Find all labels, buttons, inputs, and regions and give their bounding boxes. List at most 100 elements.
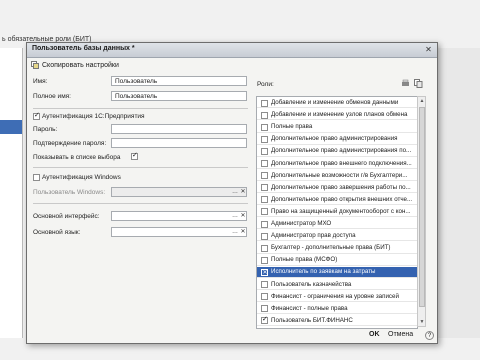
role-item[interactable]: Администратор МХО [257, 219, 417, 230]
password-label: Пароль: [33, 126, 58, 133]
roles-label: Роли: [257, 81, 274, 88]
fullname-field[interactable]: Пользователь [111, 91, 247, 101]
separator [33, 167, 248, 168]
roles-scrollbar[interactable]: ▲ ▼ [417, 96, 426, 327]
role-checkbox[interactable] [261, 232, 268, 240]
role-checkbox[interactable] [261, 244, 268, 252]
role-item[interactable]: Дополнительное право администрирования п… [257, 146, 417, 157]
user-dialog: Пользователь базы данных * ✕ Скопировать… [26, 42, 438, 344]
role-checkbox[interactable] [261, 208, 268, 216]
role-checkbox[interactable] [261, 281, 268, 288]
role-label: Финансист - ограничения на уровне записе… [271, 292, 399, 300]
role-item[interactable]: Полные права (МСФО) [257, 255, 417, 266]
help-icon[interactable]: ? [425, 331, 434, 340]
password-field[interactable] [111, 124, 247, 134]
role-label: Дополнительное право администрирования п… [271, 147, 412, 155]
interface-field[interactable] [111, 211, 247, 221]
role-item[interactable]: Добавление и изменение узлов планов обме… [257, 110, 417, 121]
role-item[interactable]: Бухгалтер - дополнительные права (БИТ) [257, 243, 417, 254]
dialog-toolbar: Скопировать настройки [27, 58, 437, 72]
role-item[interactable]: Право на защищенный документооборот с ко… [257, 207, 417, 218]
role-checkbox[interactable] [261, 305, 268, 313]
role-item[interactable]: Исполнитель по заявкам на затраты [257, 267, 417, 278]
role-item[interactable]: Пользователь БИТ.ФИНАНС [257, 316, 417, 327]
role-item[interactable]: Полные права [257, 122, 417, 133]
close-icon[interactable]: ✕ [424, 45, 433, 54]
role-label: Бухгалтер - дополнительные права (БИТ) [271, 244, 391, 252]
windows-user-field[interactable] [111, 187, 247, 197]
role-label: Дополнительное право завершения работы п… [271, 183, 411, 191]
copy-settings-label: Скопировать настройки [42, 61, 119, 69]
role-checkbox[interactable] [261, 123, 268, 131]
role-checkbox[interactable] [261, 220, 268, 228]
role-item[interactable]: Добавление и изменение обменов данными [257, 98, 417, 109]
scroll-down-icon[interactable]: ▼ [419, 319, 425, 325]
role-label: Пользователь БИТ.ФИНАНС [271, 316, 353, 324]
print-icon[interactable] [401, 79, 410, 88]
role-item[interactable]: Дополнительное право открытия внешних от… [257, 195, 417, 206]
cancel-button[interactable]: Отмена [388, 331, 413, 338]
role-checkbox[interactable] [261, 196, 268, 204]
role-label: Дополнительное право администрирования [271, 135, 398, 143]
role-label: Администратор прав доступа [271, 232, 356, 240]
role-checkbox[interactable] [261, 111, 268, 119]
confirm-password-label: Подтверждение пароля: [33, 140, 107, 147]
role-label: Добавление и изменение узлов планов обме… [271, 111, 408, 119]
role-item[interactable]: Дополнительные возможности г/в Бухгалтер… [257, 171, 417, 181]
role-item[interactable]: Дополнительное право завершения работы п… [257, 183, 417, 194]
ok-button[interactable]: OK [369, 331, 380, 338]
role-label: Полные права [271, 123, 313, 131]
auth-windows-checkbox[interactable] [33, 174, 40, 181]
role-item[interactable]: Финансист - ограничения на уровне записе… [257, 292, 417, 302]
role-checkbox[interactable] [261, 268, 268, 277]
role-label: Дополнительное право внешнего подключени… [271, 159, 412, 167]
dialog-footer: OK Отмена ? [27, 329, 437, 343]
name-field[interactable]: Пользователь [111, 76, 247, 86]
interface-select-button[interactable]: … [231, 211, 239, 221]
role-checkbox[interactable] [261, 99, 268, 107]
role-checkbox[interactable] [261, 293, 268, 301]
auth-1c-checkbox[interactable] [33, 111, 40, 120]
scroll-up-icon[interactable]: ▲ [419, 98, 425, 104]
role-checkbox[interactable] [261, 256, 268, 264]
role-item[interactable]: Финансист - полные права [257, 304, 417, 315]
windows-user-clear-icon[interactable]: ✕ [239, 187, 247, 197]
auth-1c-label: Аутентификация 1С:Предприятия [42, 113, 145, 120]
confirm-password-field[interactable] [111, 138, 247, 148]
background-right-panel [438, 48, 480, 338]
windows-user-label: Пользователь Windows: [33, 189, 106, 196]
role-checkbox[interactable] [261, 316, 268, 325]
name-label: Имя: [33, 78, 48, 85]
scroll-thumb[interactable] [419, 107, 425, 307]
role-checkbox[interactable] [261, 184, 268, 192]
windows-user-select-button[interactable]: … [231, 187, 239, 197]
show-in-list-label: Показывать в списке выбора [33, 154, 121, 161]
role-checkbox[interactable] [261, 135, 268, 143]
role-label: Полные права (МСФО) [271, 256, 338, 264]
copy-roles-icon[interactable] [414, 79, 423, 88]
role-item[interactable]: Администратор прав доступа [257, 231, 417, 242]
language-field[interactable] [111, 227, 247, 237]
role-checkbox[interactable] [261, 147, 268, 155]
role-label: Пользователь казначейства [271, 280, 352, 288]
copy-settings-button[interactable]: Скопировать настройки [31, 60, 119, 70]
dialog-titlebar[interactable]: Пользователь базы данных * ✕ [27, 43, 437, 58]
role-checkbox[interactable] [261, 160, 268, 167]
role-label: Финансист - полные права [271, 304, 348, 312]
role-item[interactable]: Дополнительное право администрирования [257, 134, 417, 145]
role-item[interactable]: Дополнительное право внешнего подключени… [257, 159, 417, 169]
role-label: Администратор МХО [271, 220, 332, 227]
role-checkbox[interactable] [261, 172, 268, 180]
interface-label: Основной интерфейс: [33, 213, 100, 220]
language-label: Основной язык: [33, 229, 81, 236]
show-in-list-checkbox[interactable] [131, 151, 138, 160]
fullname-label: Полное имя: [33, 93, 71, 100]
language-clear-icon[interactable]: ✕ [239, 227, 247, 237]
role-item[interactable]: Пользователь казначейства [257, 280, 417, 290]
language-select-button[interactable]: … [231, 227, 239, 237]
interface-clear-icon[interactable]: ✕ [239, 211, 247, 221]
role-label: Дополнительное право открытия внешних от… [271, 195, 413, 203]
background-selected-row[interactable] [0, 120, 22, 134]
background-left-panel [0, 48, 23, 338]
roles-list[interactable]: Добавление и изменение обменов данными До… [256, 96, 418, 329]
